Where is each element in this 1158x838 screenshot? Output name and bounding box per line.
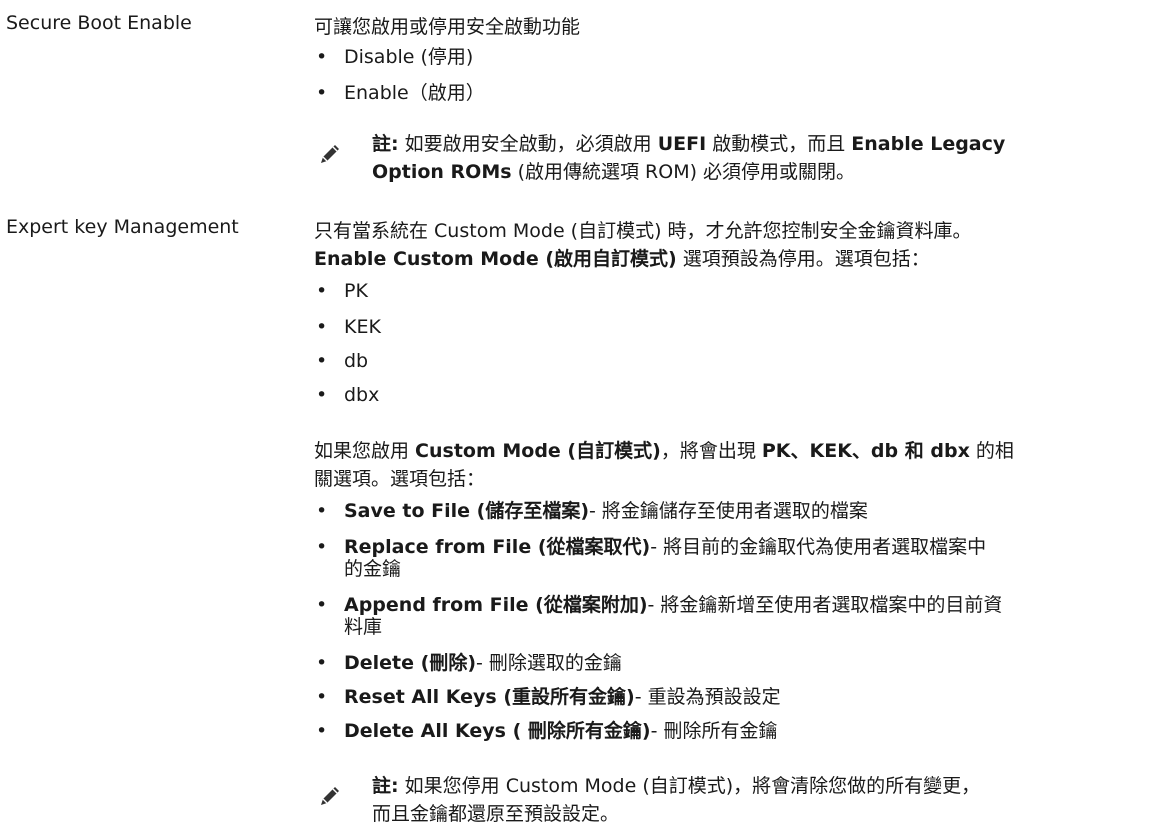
- action-item-continuation: 的金鑰: [344, 558, 402, 580]
- expert-key-description-line1: 只有當系統在 Custom Mode (自訂模式) 時，才允許您控制安全金鑰資料…: [314, 220, 972, 242]
- secure-boot-note-line2: Option ROMs (啟用傳統選項 ROM) 必須停用或關閉。: [372, 161, 856, 183]
- secure-boot-option-enable: Enable（啟用）: [344, 82, 485, 104]
- secure-boot-option-disable: Disable (停用): [344, 46, 474, 68]
- bullet-icon: •: [316, 720, 328, 742]
- bullet-icon: •: [316, 316, 328, 338]
- bullet-icon: •: [316, 500, 328, 522]
- custom-mode-paragraph-line2: 關選項。選項包括：: [314, 468, 486, 490]
- key-item: dbx: [344, 384, 380, 406]
- action-item: Reset All Keys (重設所有金鑰)- 重設為預設設定: [344, 686, 781, 708]
- secure-boot-description: 可讓您啟用或停用安全啟動功能: [314, 16, 581, 38]
- secure-boot-note-line1: 註: 如要啟用安全啟動，必須啟用 UEFI 啟動模式，而且 Enable Leg…: [372, 133, 1006, 155]
- bullet-icon: •: [316, 652, 328, 674]
- action-item: Delete All Keys ( 刪除所有金鑰)- 刪除所有金鑰: [344, 720, 778, 742]
- key-item: PK: [344, 280, 368, 302]
- bullet-icon: •: [316, 350, 328, 372]
- note-prefix: 註:: [372, 775, 399, 797]
- action-item-continuation: 料庫: [344, 616, 383, 638]
- action-item: Replace from File (從檔案取代)- 將目前的金鑰取代為使用者選…: [344, 536, 987, 558]
- bullet-icon: •: [316, 594, 328, 616]
- bullet-icon: •: [316, 536, 328, 558]
- key-item: db: [344, 350, 369, 372]
- action-item: Delete (刪除)- 刪除選取的金鑰: [344, 652, 622, 674]
- secure-boot-label: Secure Boot Enable: [6, 12, 192, 34]
- bullet-icon: •: [316, 280, 328, 302]
- expert-key-description-line2: Enable Custom Mode (啟用自訂模式) 選項預設為停用。選項包括…: [314, 248, 930, 270]
- action-item: Append from File (從檔案附加)- 將金鑰新增至使用者選取檔案中…: [344, 594, 1003, 616]
- bullet-icon: •: [316, 46, 328, 68]
- key-item: KEK: [344, 316, 381, 338]
- custom-mode-note-line1: 註: 如果您停用 Custom Mode (自訂模式)，將會清除您做的所有變更，: [372, 775, 981, 797]
- expert-key-label: Expert key Management: [6, 216, 239, 238]
- note-prefix: 註:: [372, 133, 399, 155]
- bullet-icon: •: [316, 384, 328, 406]
- custom-mode-note-line2: 而且金鑰都還原至預設設定。: [372, 803, 620, 825]
- custom-mode-paragraph-line1: 如果您啟用 Custom Mode (自訂模式)，將會出現 PK、KEK、db …: [314, 440, 1014, 462]
- pencil-note-icon: [321, 145, 339, 163]
- action-item: Save to File (儲存至檔案)- 將金鑰儲存至使用者選取的檔案: [344, 500, 868, 522]
- bullet-icon: •: [316, 686, 328, 708]
- pencil-note-icon: [321, 787, 339, 805]
- bullet-icon: •: [316, 82, 328, 104]
